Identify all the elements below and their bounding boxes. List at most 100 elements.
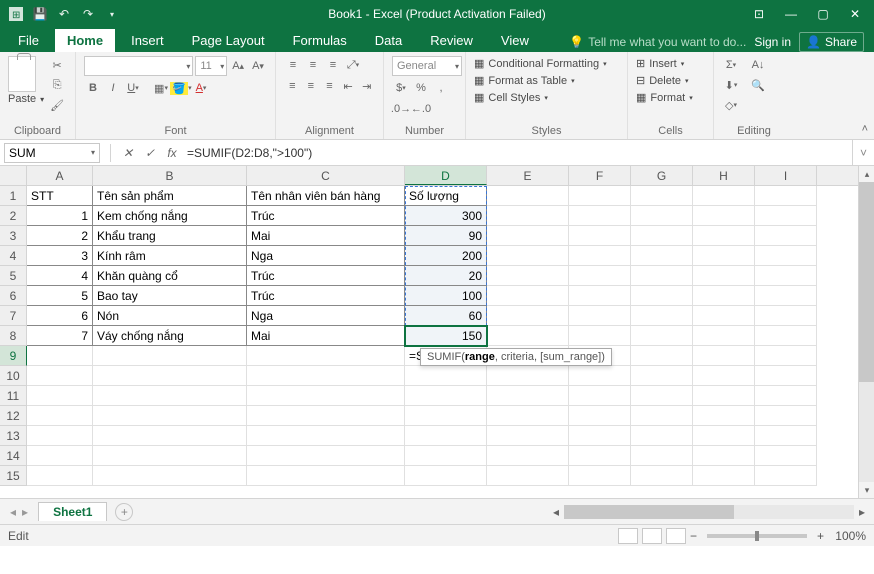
cell-I11[interactable] <box>755 386 817 406</box>
cell-H5[interactable] <box>693 266 755 286</box>
cell-F8[interactable] <box>569 326 631 346</box>
zoom-in-icon[interactable]: + <box>817 529 824 543</box>
cell-E11[interactable] <box>487 386 569 406</box>
font-name-combo[interactable]: ▾ <box>84 56 193 76</box>
font-size-combo[interactable]: 11▾ <box>195 56 227 76</box>
cell-B1[interactable]: Tên sản phẩm <box>93 186 247 206</box>
cell-F4[interactable] <box>569 246 631 266</box>
cell-F1[interactable] <box>569 186 631 206</box>
clear-icon[interactable]: ◇▾ <box>722 96 740 114</box>
cell-I2[interactable] <box>755 206 817 226</box>
cell-H7[interactable] <box>693 306 755 326</box>
undo-icon[interactable]: ↶ <box>54 4 74 24</box>
row-header-6[interactable]: 6 <box>0 286 27 306</box>
shrink-font-icon[interactable]: A▾ <box>249 57 267 75</box>
row-header-11[interactable]: 11 <box>0 386 27 406</box>
cell-G14[interactable] <box>631 446 693 466</box>
cell-I15[interactable] <box>755 466 817 486</box>
scroll-up-icon[interactable]: ▴ <box>859 166 874 182</box>
scroll-down-icon[interactable]: ▾ <box>859 482 874 498</box>
cell-C5[interactable]: Trúc <box>247 266 405 286</box>
cell-I13[interactable] <box>755 426 817 446</box>
tab-formulas[interactable]: Formulas <box>281 29 359 52</box>
cell-D3[interactable]: 90 <box>405 226 487 246</box>
format-painter-icon[interactable]: 🖌 <box>48 96 66 114</box>
cell-G7[interactable] <box>631 306 693 326</box>
tab-file[interactable]: File <box>6 29 51 52</box>
cell-B7[interactable]: Nón <box>93 306 247 326</box>
cell-A15[interactable] <box>27 466 93 486</box>
cell-C2[interactable]: Trúc <box>247 206 405 226</box>
cell-E6[interactable] <box>487 286 569 306</box>
cell-I4[interactable] <box>755 246 817 266</box>
zoom-out-icon[interactable]: − <box>690 529 697 543</box>
cell-F2[interactable] <box>569 206 631 226</box>
sheet-nav-prev-icon[interactable]: ◂ <box>10 505 16 519</box>
cell-G5[interactable] <box>631 266 693 286</box>
cell-H6[interactable] <box>693 286 755 306</box>
align-top-icon[interactable]: ≡ <box>284 56 302 74</box>
number-format-combo[interactable]: General▾ <box>392 56 462 76</box>
save-icon[interactable]: 💾 <box>30 4 50 24</box>
cell-A8[interactable]: 7 <box>27 326 93 346</box>
row-header-3[interactable]: 3 <box>0 226 27 246</box>
cell-F14[interactable] <box>569 446 631 466</box>
format-as-table-button[interactable]: ▦Format as Table▾ <box>474 73 619 88</box>
delete-cells-button[interactable]: ⊟Delete▾ <box>636 73 705 88</box>
align-middle-icon[interactable]: ≡ <box>304 56 322 74</box>
view-normal-icon[interactable] <box>618 528 638 544</box>
cell-I3[interactable] <box>755 226 817 246</box>
name-box[interactable]: SUM▾ <box>4 143 100 163</box>
cell-E14[interactable] <box>487 446 569 466</box>
bold-button[interactable]: B <box>84 79 102 97</box>
cell-F10[interactable] <box>569 366 631 386</box>
col-header-G[interactable]: G <box>631 166 693 185</box>
cell-A5[interactable]: 4 <box>27 266 93 286</box>
cell-G13[interactable] <box>631 426 693 446</box>
cell-A14[interactable] <box>27 446 93 466</box>
row-header-9[interactable]: 9 <box>0 346 27 366</box>
cut-icon[interactable]: ✂ <box>48 56 66 74</box>
cell-D14[interactable] <box>405 446 487 466</box>
align-right-icon[interactable]: ≡ <box>321 77 338 95</box>
cell-G12[interactable] <box>631 406 693 426</box>
cell-H15[interactable] <box>693 466 755 486</box>
border-button[interactable]: ▦▾ <box>152 79 170 97</box>
align-left-icon[interactable]: ≡ <box>284 77 301 95</box>
cell-C10[interactable] <box>247 366 405 386</box>
tab-home[interactable]: Home <box>55 29 115 52</box>
row-header-10[interactable]: 10 <box>0 366 27 386</box>
cell-E12[interactable] <box>487 406 569 426</box>
cell-C13[interactable] <box>247 426 405 446</box>
cell-A6[interactable]: 5 <box>27 286 93 306</box>
zoom-value[interactable]: 100% <box>828 529 866 543</box>
cell-B11[interactable] <box>93 386 247 406</box>
fill-color-button[interactable]: 🪣▾ <box>172 79 190 97</box>
cell-B15[interactable] <box>93 466 247 486</box>
tab-page-layout[interactable]: Page Layout <box>180 29 277 52</box>
cell-C15[interactable] <box>247 466 405 486</box>
align-center-icon[interactable]: ≡ <box>303 77 320 95</box>
font-color-button[interactable]: A▾ <box>192 79 210 97</box>
cell-A7[interactable]: 6 <box>27 306 93 326</box>
cell-D10[interactable] <box>405 366 487 386</box>
cell-F7[interactable] <box>569 306 631 326</box>
col-header-B[interactable]: B <box>93 166 247 185</box>
fill-icon[interactable]: ⬇▾ <box>722 76 740 94</box>
underline-button[interactable]: U▾ <box>124 79 142 97</box>
insert-cells-button[interactable]: ⊞Insert▾ <box>636 56 705 71</box>
hscroll-thumb[interactable] <box>564 505 734 519</box>
col-header-H[interactable]: H <box>693 166 755 185</box>
cell-B8[interactable]: Váy chống nắng <box>93 326 247 346</box>
inc-decimal-icon[interactable]: .0→ <box>392 100 410 118</box>
add-sheet-button[interactable]: + <box>115 503 133 521</box>
row-header-12[interactable]: 12 <box>0 406 27 426</box>
cell-E2[interactable] <box>487 206 569 226</box>
orientation-icon[interactable]: ⤢▾ <box>344 56 362 74</box>
cell-D13[interactable] <box>405 426 487 446</box>
col-header-F[interactable]: F <box>569 166 631 185</box>
row-header-8[interactable]: 8 <box>0 326 27 346</box>
cell-G2[interactable] <box>631 206 693 226</box>
col-header-I[interactable]: I <box>755 166 817 185</box>
cell-E1[interactable] <box>487 186 569 206</box>
